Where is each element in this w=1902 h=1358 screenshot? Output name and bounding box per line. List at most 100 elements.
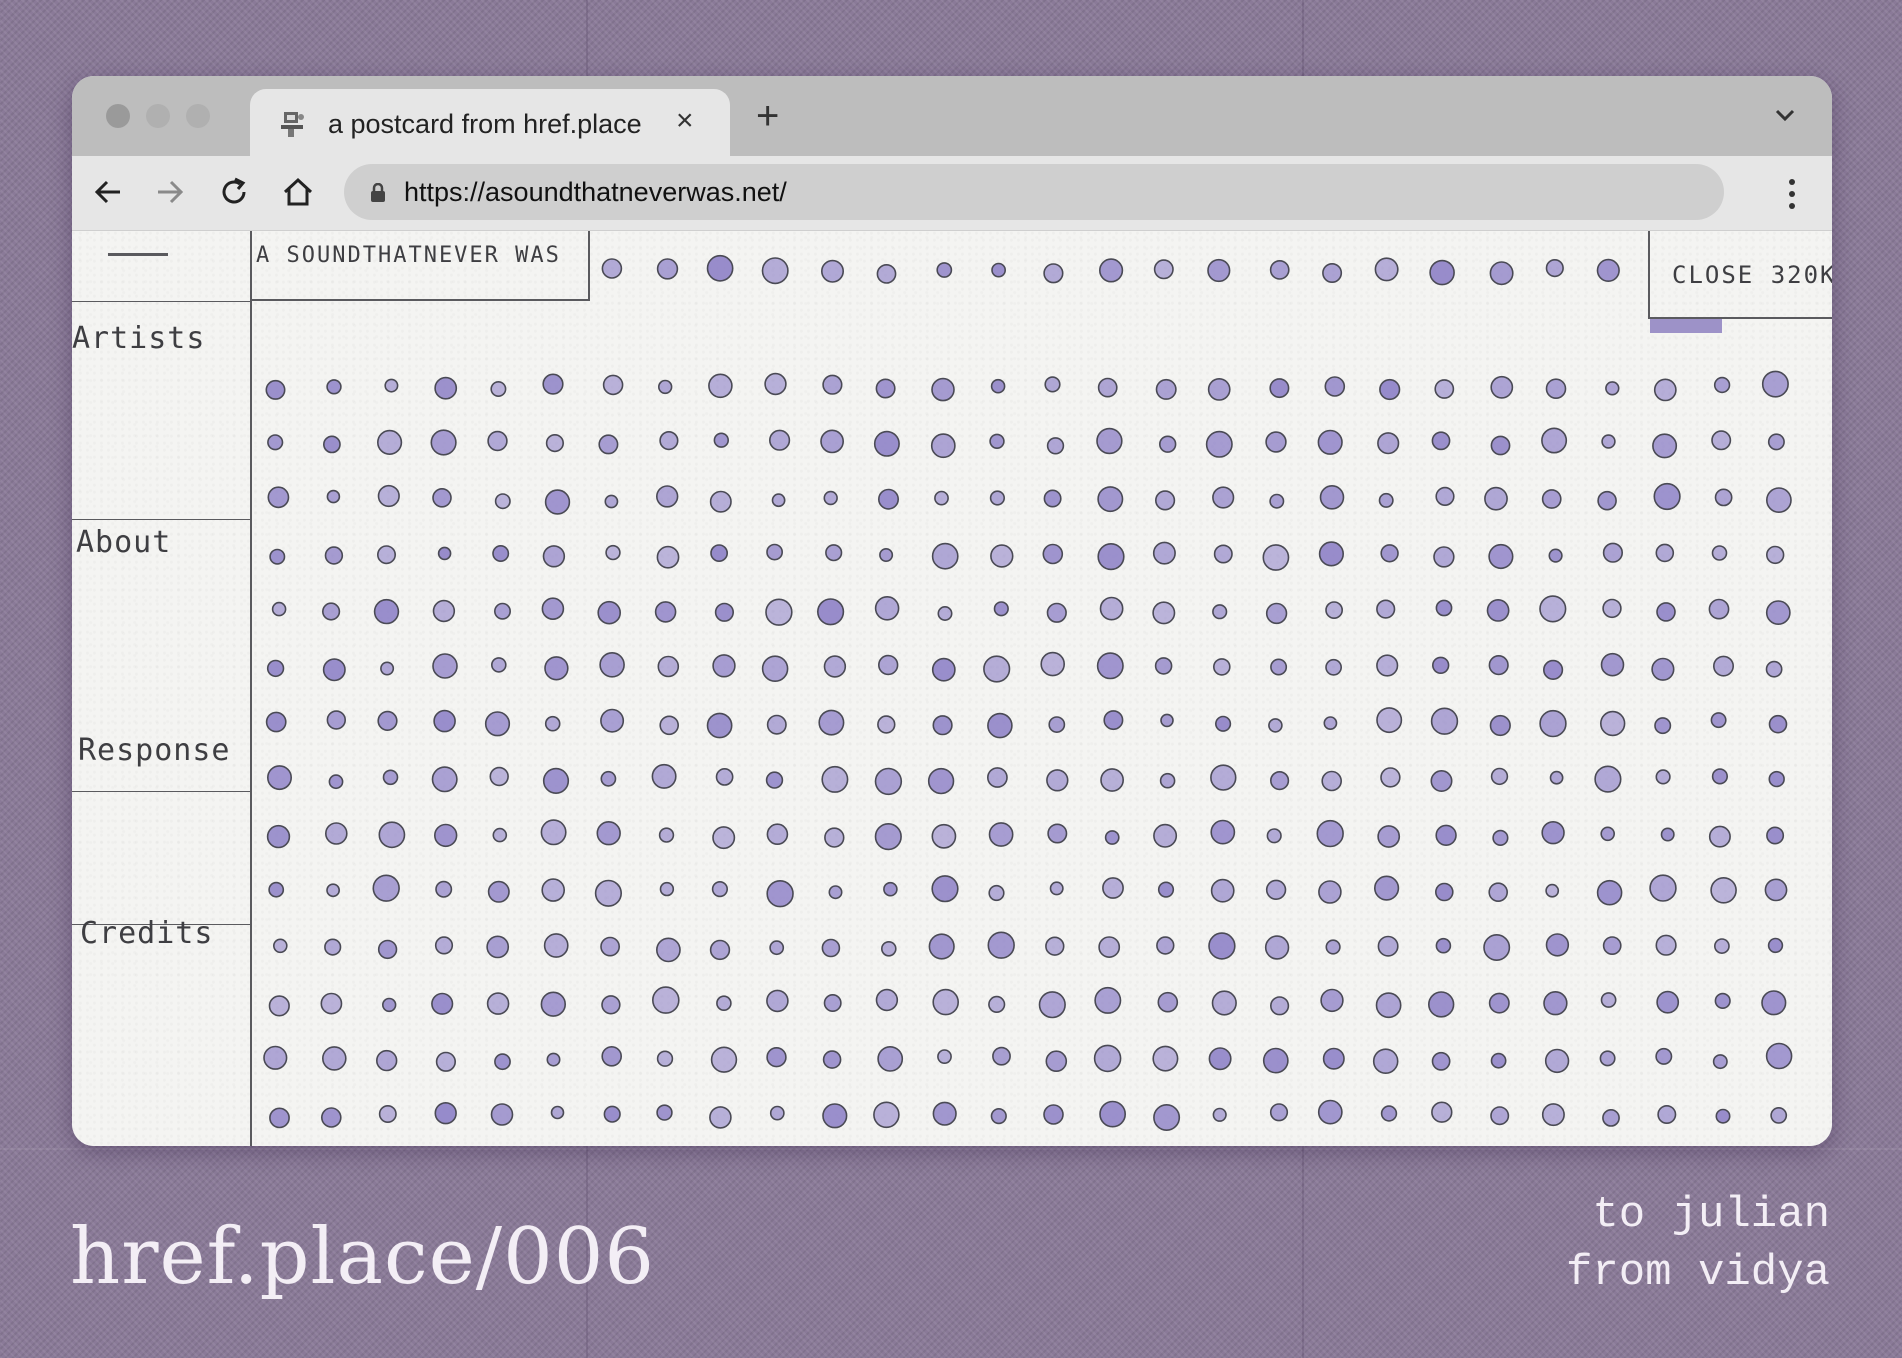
sketch-dot [1711, 768, 1728, 785]
sketch-dot [824, 827, 845, 848]
reload-icon[interactable] [216, 174, 252, 210]
sketch-dot [1542, 659, 1564, 681]
maximize-window-icon[interactable] [186, 104, 210, 128]
sketch-dot [1210, 819, 1236, 845]
sketch-dot [992, 1046, 1011, 1066]
sketch-dot [1708, 598, 1730, 620]
sketch-dot [267, 486, 290, 509]
sketch-dot [1155, 378, 1177, 400]
sketch-dot [492, 827, 508, 843]
sketch-dot [931, 657, 956, 682]
sketch-dot [1431, 431, 1451, 451]
sketch-dot [766, 879, 794, 908]
sketch-dot [1269, 493, 1285, 509]
sketch-dot [324, 822, 348, 845]
sketch-dot [1097, 486, 1124, 513]
sketch-dot [820, 259, 844, 283]
home-icon[interactable] [280, 174, 316, 210]
sketch-dot [1489, 261, 1514, 286]
sketch-dot [651, 986, 680, 1014]
sketch-dot [1654, 717, 1672, 735]
sketch-dot [1212, 604, 1228, 620]
close-window-icon[interactable] [106, 104, 130, 128]
new-tab-icon[interactable]: + [756, 94, 779, 138]
sketch-dot [377, 710, 398, 732]
sketch-dot [1596, 258, 1620, 283]
postcard-address: to julian from vidya [1566, 1186, 1830, 1302]
sketch-dot [494, 1053, 511, 1071]
forward-arrow-icon[interactable] [152, 174, 188, 210]
address-bar[interactable]: https://asoundthatneverwas.net/ [344, 164, 1724, 220]
sketch-dot [1042, 543, 1064, 565]
sketch-dot [382, 769, 399, 786]
sketch-dot [709, 1106, 732, 1129]
sketch-dot [1374, 257, 1399, 282]
postcard-to: to julian [1592, 1190, 1830, 1240]
sketch-dot [656, 1104, 673, 1121]
sketch-dot [1103, 710, 1124, 731]
sketch-dot [326, 883, 340, 898]
sketch-dot [766, 989, 789, 1013]
sketch-dot [265, 711, 287, 733]
sketch-dot [378, 1104, 397, 1123]
sketch-dot [1097, 543, 1125, 571]
sketch-dot [1600, 652, 1625, 677]
sketch-dot [1043, 263, 1064, 284]
sketch-dot [821, 765, 849, 793]
sketch-dot [269, 548, 286, 565]
sketch-dot [324, 938, 342, 956]
sketch-dot [711, 880, 729, 898]
sketch-dot [1761, 990, 1787, 1016]
sketch-dot [1325, 601, 1344, 620]
sketch-dot [1325, 939, 1341, 955]
tab-title: a postcard from href.place [328, 109, 642, 139]
sketch-dot [932, 715, 953, 736]
sketch-dot [377, 939, 398, 960]
sketch-dot [1435, 882, 1454, 902]
sketch-dot [1048, 716, 1066, 733]
sketch-dot [937, 605, 953, 621]
sketch-dot [1602, 598, 1622, 619]
sketch-dot [434, 1101, 457, 1125]
sketch-dot [1765, 600, 1791, 626]
tab-close-icon[interactable]: × [676, 103, 694, 139]
sketch-dot [376, 1049, 398, 1072]
sketch-dot [268, 881, 285, 898]
sketch-dot [1265, 602, 1288, 625]
sketch-dot [320, 1107, 342, 1128]
sketch-dot [1269, 378, 1290, 399]
sketch-dot [659, 431, 679, 451]
minimize-window-icon[interactable] [146, 104, 170, 128]
sketch-dot [818, 709, 845, 736]
sketch-dot [598, 434, 619, 455]
sketch-dot [928, 933, 955, 960]
sketch-dot [382, 997, 397, 1013]
sketch-dot [823, 655, 847, 678]
sketch-dot [1153, 259, 1174, 280]
browser-tab[interactable]: a postcard from href.place × [250, 89, 730, 156]
sketch-dot [267, 434, 284, 451]
sketch-dot [1541, 820, 1565, 845]
sketch-dot [437, 546, 452, 561]
sketch-dot [1488, 543, 1514, 570]
sketch-dot [267, 765, 293, 791]
sketch-dot [1434, 379, 1455, 399]
sketch-dot [1653, 378, 1677, 402]
chevron-down-icon[interactable] [1772, 102, 1798, 128]
sketch-dot [709, 939, 731, 961]
sketch-dot [657, 655, 680, 678]
kebab-menu-icon[interactable] [1786, 176, 1798, 212]
sketch-dot [874, 822, 902, 851]
sketch-dot [1044, 376, 1061, 393]
back-arrow-icon[interactable] [90, 174, 126, 210]
sketch-dot [1765, 660, 1783, 678]
sketch-dot [1377, 825, 1401, 848]
sketch-dot [1766, 826, 1785, 845]
sketch-dot [1046, 602, 1067, 623]
sketch-dot [656, 545, 680, 569]
sketch-dot [1320, 988, 1344, 1013]
sketch-dot [937, 1049, 952, 1064]
sketch-dot [1712, 1054, 1728, 1070]
sketch-dot [1213, 658, 1231, 676]
sketch-dot [1768, 714, 1788, 734]
